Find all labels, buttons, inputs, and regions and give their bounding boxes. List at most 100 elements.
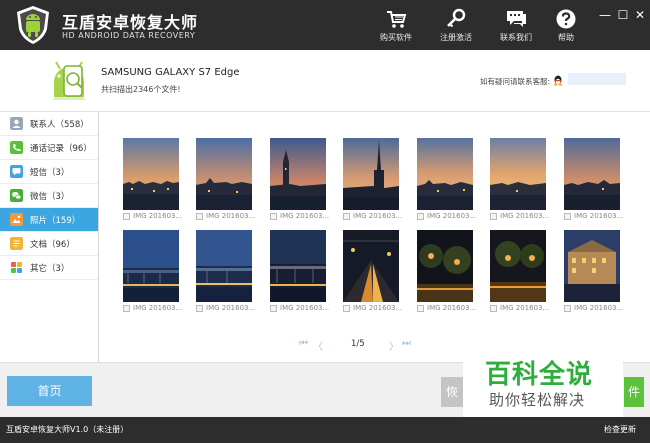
photo-image bbox=[270, 138, 326, 210]
photo-thumbnail[interactable]: IMG 201603... bbox=[564, 230, 624, 314]
photo-caption: IMG 201603... bbox=[280, 212, 330, 220]
sidebar-item-wechat[interactable]: 微信（3） bbox=[0, 184, 98, 208]
home-button[interactable]: 首页 bbox=[7, 376, 92, 406]
check-update-link[interactable]: 检查更新 bbox=[604, 424, 636, 435]
photo-checkbox[interactable] bbox=[270, 213, 277, 220]
app-title: 互盾安卓恢复大师 bbox=[62, 13, 199, 32]
photo-image bbox=[490, 230, 546, 302]
category-sidebar: 联系人（558） 通话记录（96） 短信（3） 微信（3） 照片（159） 文档… bbox=[0, 112, 99, 362]
wechat-icon bbox=[10, 189, 23, 202]
photo-checkbox[interactable] bbox=[343, 305, 350, 312]
photo-checkbox[interactable] bbox=[196, 213, 203, 220]
help-button[interactable]: 帮助 bbox=[541, 8, 591, 44]
buy-software-button[interactable]: 购买软件 bbox=[371, 8, 421, 44]
photo-thumbnail[interactable]: IMG 201603... bbox=[196, 138, 256, 222]
contact-us-button[interactable]: 联系我们 bbox=[491, 8, 541, 44]
photo-thumbnail[interactable]: IMG 201603... bbox=[270, 230, 330, 314]
photo-image bbox=[417, 138, 473, 210]
key-icon bbox=[447, 8, 466, 28]
photo-thumbnail[interactable]: IMG 201603... bbox=[490, 138, 550, 222]
photo-image bbox=[196, 230, 252, 302]
photo-thumbnail[interactable]: IMG 201603... bbox=[123, 138, 183, 222]
photo-image bbox=[564, 138, 620, 210]
photo-checkbox[interactable] bbox=[196, 305, 203, 312]
photo-caption: IMG 201603... bbox=[574, 304, 624, 312]
maximize-button[interactable]: ☐ bbox=[616, 8, 630, 22]
other-icon bbox=[11, 262, 22, 273]
sidebar-item-call-log[interactable]: 通话记录（96） bbox=[0, 136, 98, 160]
photo-caption: IMG 201603... bbox=[427, 304, 477, 312]
photo-image bbox=[564, 230, 620, 302]
help-label: 帮助 bbox=[558, 33, 574, 42]
prev-page-button[interactable]: 〈 bbox=[313, 338, 323, 353]
qq-penguin-icon[interactable] bbox=[552, 74, 564, 86]
photo-thumbnail[interactable]: IMG 201603... bbox=[417, 230, 477, 314]
sidebar-item-contacts[interactable]: 联系人（558） bbox=[0, 112, 98, 136]
register-activate-button[interactable]: 注册激活 bbox=[431, 8, 481, 44]
photo-checkbox[interactable] bbox=[123, 213, 130, 220]
photo-thumbnail[interactable]: IMG 201603... bbox=[490, 230, 550, 314]
photo-image bbox=[196, 138, 252, 210]
sidebar-item-label: 联系人（558） bbox=[30, 120, 89, 130]
phone-icon bbox=[10, 141, 23, 154]
photo-checkbox[interactable] bbox=[564, 305, 571, 312]
photo-checkbox[interactable] bbox=[417, 213, 424, 220]
photo-caption: IMG 201603... bbox=[500, 304, 550, 312]
register-activate-label: 注册激活 bbox=[440, 33, 472, 42]
photo-thumbnail[interactable]: IMG 201603... bbox=[343, 230, 403, 314]
sidebar-item-photos[interactable]: 照片（159） bbox=[0, 208, 98, 232]
minimize-button[interactable]: — bbox=[598, 8, 612, 22]
photo-checkbox[interactable] bbox=[123, 305, 130, 312]
photo-thumbnail[interactable]: IMG 201603... bbox=[417, 138, 477, 222]
photo-checkbox[interactable] bbox=[564, 213, 571, 220]
sidebar-item-label: 其它（3） bbox=[30, 264, 70, 274]
photo-checkbox[interactable] bbox=[270, 305, 277, 312]
device-name: SAMSUNG GALAXY S7 Edge bbox=[101, 67, 240, 78]
close-button[interactable]: ✕ bbox=[633, 8, 647, 22]
photo-thumbnail[interactable]: IMG 201603... bbox=[196, 230, 256, 314]
first-page-button[interactable]: ⏮ bbox=[299, 338, 308, 349]
photo-checkbox[interactable] bbox=[490, 305, 497, 312]
sidebar-item-label: 通话记录（96） bbox=[30, 144, 92, 154]
contacts-icon bbox=[10, 117, 23, 130]
last-page-button[interactable]: ⏭ bbox=[402, 338, 411, 349]
photo-thumbnail[interactable]: IMG 201603... bbox=[343, 138, 402, 222]
photo-caption: IMG 201603... bbox=[280, 304, 330, 312]
photo-caption: IMG 201603... bbox=[500, 212, 550, 220]
photo-icon bbox=[10, 213, 23, 226]
photo-thumbnail[interactable]: IMG 201603... bbox=[270, 138, 330, 222]
sms-icon bbox=[10, 165, 23, 178]
android-phone-icon bbox=[52, 61, 86, 100]
support-contact-field[interactable] bbox=[568, 73, 626, 85]
sidebar-item-other[interactable]: 其它（3） bbox=[0, 256, 98, 280]
photo-caption: IMG 201603... bbox=[353, 304, 403, 312]
photo-caption: IMG 201603... bbox=[133, 304, 183, 312]
photo-checkbox[interactable] bbox=[490, 213, 497, 220]
recover-button[interactable]: 恢 bbox=[441, 377, 463, 407]
title-bar: 互盾安卓恢复大师 HD ANDROID DATA RECOVERY 购买软件 注… bbox=[0, 0, 650, 50]
export-button[interactable]: 件 bbox=[624, 377, 644, 407]
photo-caption: IMG 201603... bbox=[133, 212, 183, 220]
photo-image bbox=[417, 230, 473, 302]
photo-checkbox[interactable] bbox=[417, 305, 424, 312]
photo-caption: IMG 201603... bbox=[427, 212, 477, 220]
sidebar-item-documents[interactable]: 文档（96） bbox=[0, 232, 98, 256]
document-icon bbox=[10, 237, 23, 250]
photo-caption: IMG 201603... bbox=[574, 212, 624, 220]
contact-us-label: 联系我们 bbox=[500, 33, 532, 42]
photo-caption: IMG 201603... bbox=[206, 304, 256, 312]
sidebar-item-label: 微信（3） bbox=[30, 192, 70, 202]
photo-checkbox[interactable] bbox=[343, 213, 350, 220]
help-question-icon bbox=[556, 9, 576, 29]
support-text: 如有疑问请联系客服: bbox=[480, 77, 551, 86]
sidebar-item-sms[interactable]: 短信（3） bbox=[0, 160, 98, 184]
shield-android-logo-icon bbox=[17, 6, 49, 44]
photo-thumbnail[interactable]: IMG 201603... bbox=[123, 230, 183, 314]
photo-caption: IMG 201603... bbox=[206, 212, 256, 220]
next-page-button[interactable]: 〉 bbox=[389, 338, 399, 353]
scan-result-text: 共扫描出2346个文件! bbox=[101, 85, 181, 94]
photo-thumbnail[interactable]: IMG 201603... bbox=[564, 138, 624, 222]
sidebar-item-label: 照片（159） bbox=[30, 216, 81, 226]
status-bar: 互盾安卓恢复大师V1.0（未注册） 检查更新 bbox=[0, 417, 650, 443]
buy-software-label: 购买软件 bbox=[380, 33, 412, 42]
